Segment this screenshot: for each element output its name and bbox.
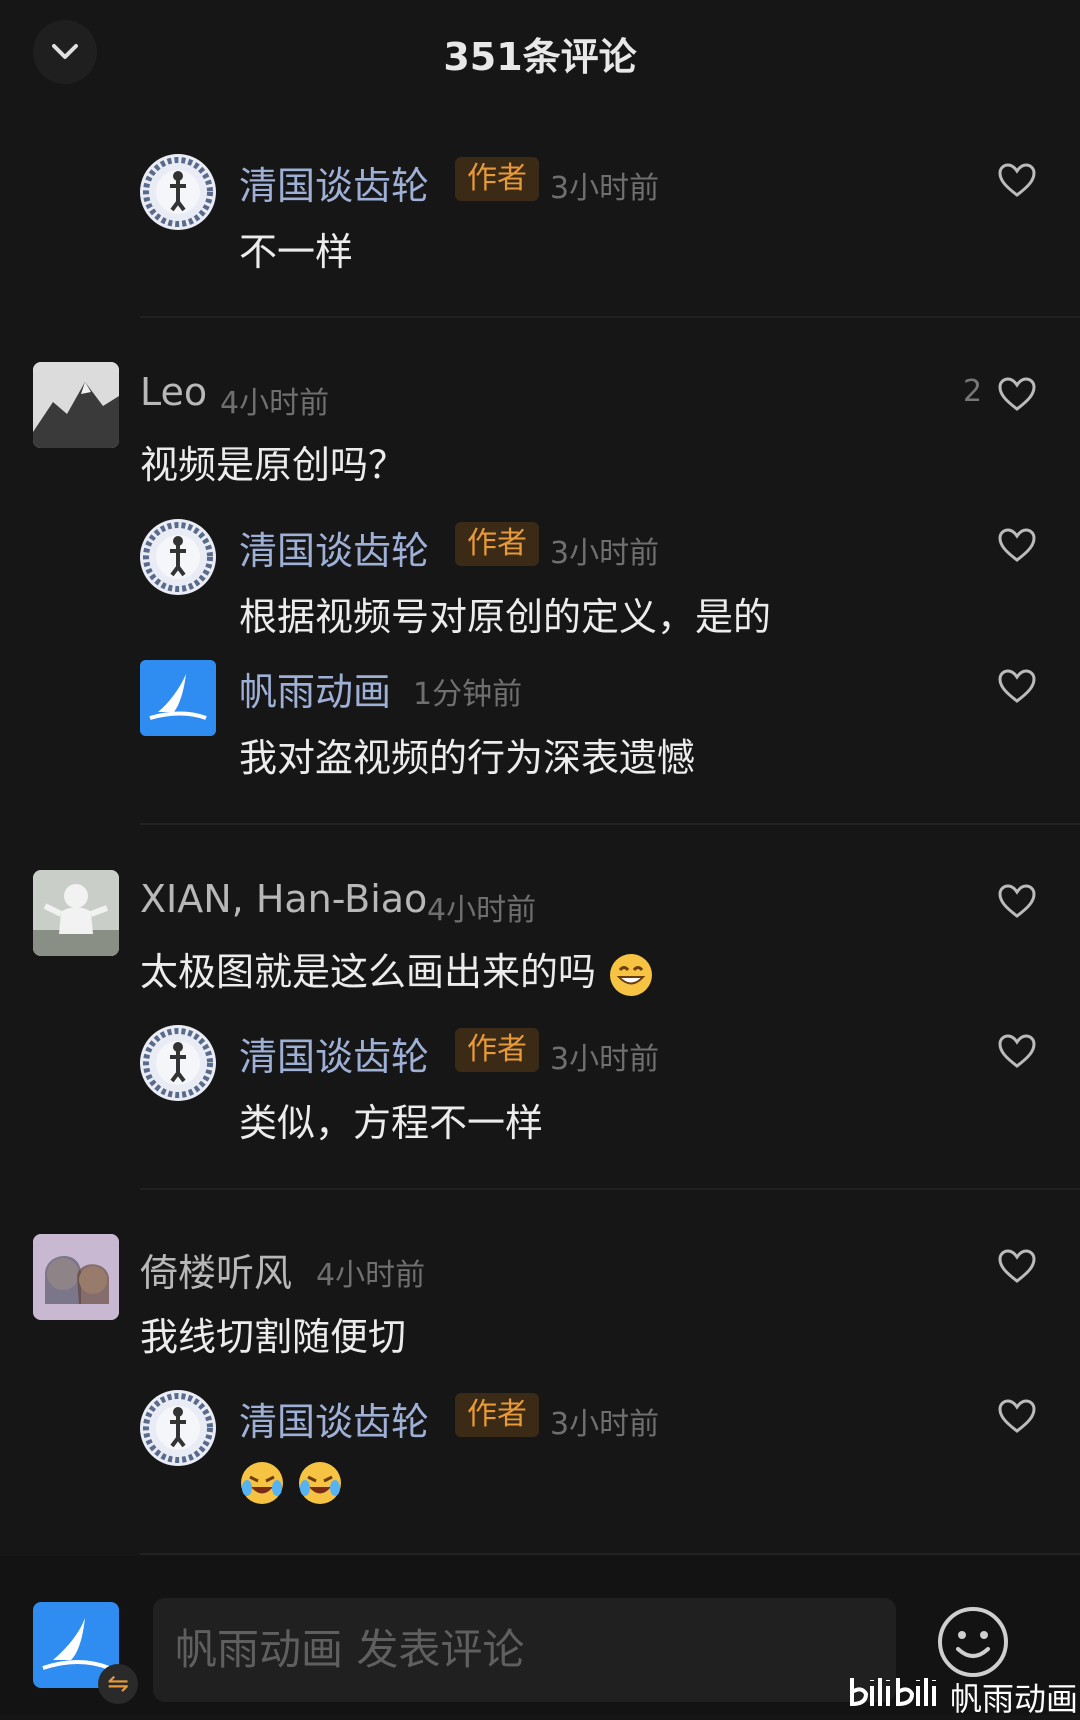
mountain-image-icon: [33, 362, 119, 448]
gear-logo-icon: [143, 1028, 213, 1098]
heart-icon[interactable]: [997, 668, 1037, 704]
commenter-name[interactable]: 清国谈齿轮: [239, 1026, 429, 1081]
author-badge: 作者: [455, 522, 539, 566]
heart-icon[interactable]: [997, 376, 1037, 412]
comment-time: 4小时前: [316, 1258, 426, 1293]
commenter-name[interactable]: 清国谈齿轮: [239, 155, 429, 210]
commenter-name[interactable]: 清国谈齿轮: [239, 1391, 429, 1446]
comment-input[interactable]: 帆雨动画 发表评论: [153, 1598, 896, 1702]
comment-text: 根据视频号对原创的定义，是的: [239, 595, 772, 639]
gear-logo-icon: [143, 1393, 213, 1463]
divider: [140, 1188, 1080, 1190]
commenter-name[interactable]: 倚楼听风: [140, 1242, 292, 1297]
laugh-cry-emoji-icon: [299, 1461, 342, 1504]
comment-time: 3小时前: [550, 1042, 660, 1077]
comment-count-title: 351条评论: [443, 35, 637, 79]
heart-icon[interactable]: [997, 527, 1037, 563]
heart-icon[interactable]: [997, 1398, 1037, 1434]
comment-time: 3小时前: [550, 1407, 660, 1442]
heart-icon[interactable]: [997, 1033, 1037, 1069]
author-badge: 作者: [455, 1028, 539, 1072]
comment-text: 我线切割随便切: [140, 1315, 407, 1359]
like-count: 2: [963, 374, 983, 409]
author-badge: 作者: [455, 1393, 539, 1437]
comment-text: 类似，方程不一样: [239, 1101, 544, 1145]
avatar[interactable]: [140, 660, 216, 736]
commenter-name[interactable]: Leo: [140, 370, 207, 414]
comment-text: 太极图就是这么画出来的吗: [140, 941, 654, 998]
gear-logo-icon: [143, 522, 213, 592]
divider: [140, 1553, 1080, 1555]
header: 351条评论: [0, 0, 1080, 104]
avatar[interactable]: [33, 362, 119, 448]
sail-logo-icon: [140, 660, 216, 736]
avatar[interactable]: [140, 154, 216, 230]
laugh-cry-emoji-icon: [241, 1461, 283, 1504]
avatar[interactable]: [140, 519, 216, 595]
avatar[interactable]: [33, 870, 119, 956]
avatar[interactable]: [140, 1390, 216, 1466]
bilibili-logo-icon: [850, 1678, 936, 1706]
illustration-image-icon: [33, 1234, 119, 1320]
grin-emoji-icon: [610, 953, 653, 996]
watermark-text: 帆雨动画: [950, 1680, 1079, 1718]
comment-time: 1分钟前: [413, 677, 523, 712]
heart-icon[interactable]: [997, 883, 1037, 919]
gear-logo-icon: [143, 157, 213, 227]
commenter-name[interactable]: 帆雨动画: [239, 661, 391, 716]
watermark: 帆雨动画: [848, 1672, 1078, 1718]
commenter-name[interactable]: 清国谈齿轮: [239, 520, 429, 575]
comment-emoji-row: [239, 1458, 343, 1506]
avatar[interactable]: [33, 1234, 119, 1320]
heart-icon[interactable]: [997, 162, 1037, 198]
comment-text: 我对盗视频的行为深表遗憾: [239, 736, 696, 780]
author-badge: 作者: [455, 157, 539, 201]
comment-text-content: 太极图就是这么画出来的吗: [140, 950, 597, 994]
comment-time: 4小时前: [427, 893, 537, 928]
emoji-picker-icon[interactable]: [936, 1605, 1010, 1679]
heart-icon[interactable]: [997, 1248, 1037, 1284]
comment-text: 不一样: [239, 230, 354, 274]
divider: [140, 823, 1080, 825]
switch-account-icon[interactable]: ⇋: [98, 1664, 138, 1704]
commenter-name[interactable]: XIAN, Han-Biao: [140, 877, 427, 921]
avatar[interactable]: [140, 1025, 216, 1101]
statue-image-icon: [33, 870, 119, 956]
comment-text: 视频是原创吗？: [140, 443, 407, 487]
comment-time: 3小时前: [550, 171, 660, 206]
divider: [140, 316, 1080, 318]
comment-time: 3小时前: [550, 536, 660, 571]
comment-time: 4小时前: [220, 386, 330, 421]
